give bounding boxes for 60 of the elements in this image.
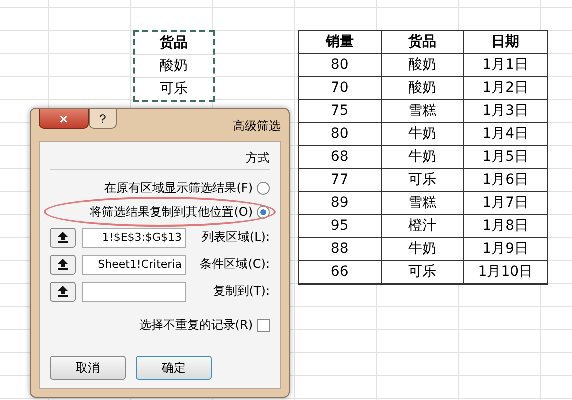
range-picker-button[interactable] [50,228,76,248]
table-cell: 1月2日 [464,77,547,100]
help-button[interactable]: ? [89,109,117,129]
range-input-field[interactable]: 1!$E$3:$G$13 [82,228,186,248]
table-cell: 66 [299,261,382,284]
table-cell: 牛奶 [382,238,464,261]
table-cell: 80 [299,54,382,77]
table-cell: 1月9日 [464,238,547,261]
upload-arrow-icon [58,286,68,297]
table-header-cell: 货品 [135,32,213,55]
table-cell: 牛奶 [382,146,464,169]
range-input-field[interactable]: Sheet1!Criteria [82,254,186,274]
table-cell: 80 [299,123,382,146]
checkbox[interactable] [257,319,270,332]
table-cell: 1月7日 [464,192,547,215]
table-cell: 酸奶 [135,55,213,78]
option-label[interactable]: 在原有区域显示筛选结果(F) [104,180,253,196]
radio-button[interactable] [257,182,270,194]
table-cell: 1月4日 [464,123,547,146]
cancel-button[interactable]: 取消 [50,356,126,380]
range-picker-button[interactable] [50,254,76,274]
table-cell: 1月8日 [464,215,547,238]
table-cell: 雪糕 [382,100,464,123]
table-cell: 70 [299,77,382,100]
table-cell: 橙汁 [382,215,464,238]
table-cell: 可乐 [382,169,464,192]
range-input-field[interactable] [82,282,186,302]
table-cell-text: 可乐 [159,80,189,99]
table-cell: 可乐 [382,261,464,284]
table-cell: 酸奶 [382,77,464,100]
dialog-title: 高级筛选 [233,118,281,135]
table-cell: 1月6日 [464,169,547,192]
table-header-cell: 日期 [464,31,547,54]
table-cell: 1月1日 [464,54,547,77]
upload-arrow-icon [58,259,68,270]
table-cell: 77 [299,169,382,192]
section-label: 方式 [246,150,270,167]
table-cell: 75 [299,100,382,123]
table-cell: 95 [299,215,382,238]
close-button[interactable]: × [39,109,89,129]
table-cell: 1月10日 [464,261,547,284]
field-label: 复制到(T): [213,283,270,300]
ok-button[interactable]: 确定 [136,356,212,380]
table-header-cell: 货品 [382,31,464,54]
field-label: 条件区域(C): [200,256,270,273]
radio-button[interactable] [257,206,270,218]
table-cell: 68 [299,146,382,169]
table-cell: 酸奶 [382,54,464,77]
table-cell: 1月3日 [464,100,547,123]
field-label: 列表区域(L): [202,229,270,246]
table-cell: 雪糕 [382,192,464,215]
range-picker-button[interactable] [50,282,76,302]
upload-arrow-icon [58,232,68,243]
option-label[interactable]: 将筛选结果复制到其他位置(O) [90,204,253,220]
table-cell: 牛奶 [382,123,464,146]
table-cell: 1月5日 [464,146,547,169]
table-header-cell: 销量 [299,31,382,54]
checkbox-label[interactable]: 选择不重复的记录(R) [139,317,253,334]
table-cell: 89 [299,192,382,215]
table-cell: 88 [299,238,382,261]
